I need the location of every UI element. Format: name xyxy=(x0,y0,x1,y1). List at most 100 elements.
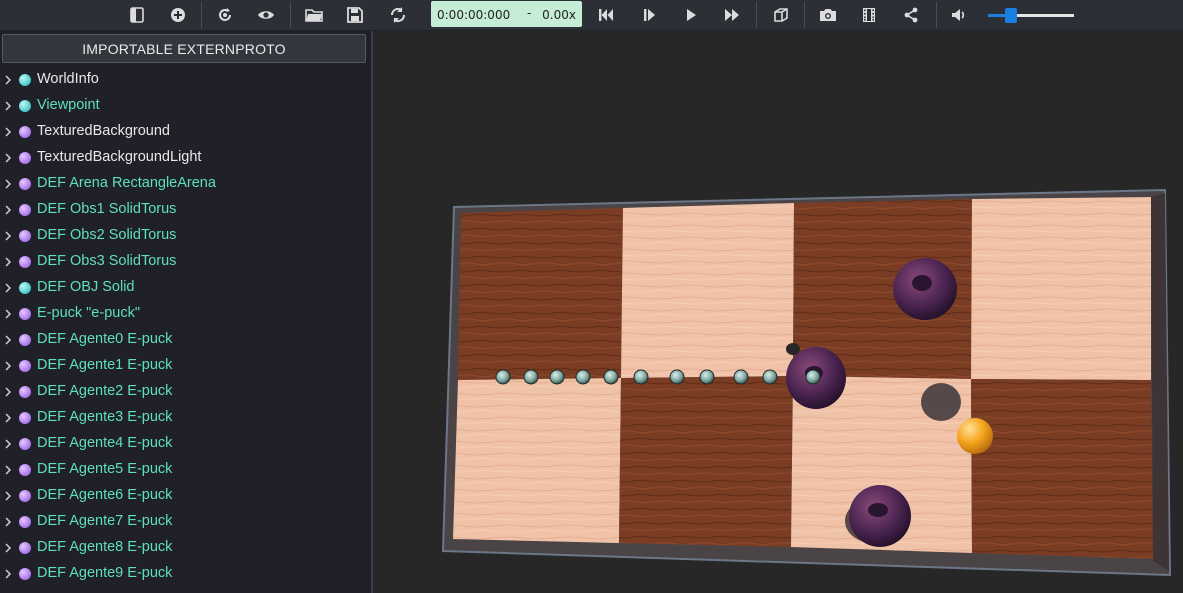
scene-tree-item-label: DEF Obs3 SolidTorus xyxy=(37,253,177,269)
torus-obstacle-1[interactable] xyxy=(893,258,957,320)
floor-tile xyxy=(619,376,793,547)
scene-tree-item[interactable]: TexturedBackgroundLight xyxy=(0,145,371,171)
scene-tree-item[interactable]: DEF Agente0 E-puck xyxy=(0,327,371,353)
chevron-right-icon[interactable] xyxy=(3,437,13,449)
chevron-right-icon[interactable] xyxy=(3,489,13,501)
epuck-robot[interactable] xyxy=(633,369,649,385)
toggle-scene-tree-icon[interactable] xyxy=(125,3,149,27)
node-type-dot xyxy=(19,230,31,242)
chevron-right-icon[interactable] xyxy=(3,385,13,397)
camera-screenshot-icon[interactable] xyxy=(816,3,840,27)
3d-view[interactable] xyxy=(373,31,1183,593)
scene-tree-item[interactable]: TexturedBackground xyxy=(0,119,371,145)
epuck-robot[interactable] xyxy=(669,369,685,385)
chevron-right-icon[interactable] xyxy=(3,177,13,189)
epuck-robot[interactable] xyxy=(603,369,619,385)
time-separator: - xyxy=(527,6,532,20)
epuck-robot[interactable] xyxy=(495,369,511,385)
scene-tree-item[interactable]: DEF Agente8 E-puck xyxy=(0,535,371,561)
chevron-right-icon[interactable] xyxy=(3,333,13,345)
chevron-right-icon[interactable] xyxy=(3,255,13,267)
chevron-right-icon[interactable] xyxy=(3,515,13,527)
open-folder-icon[interactable] xyxy=(302,3,326,27)
step-back-icon[interactable] xyxy=(594,3,618,27)
scene-tree-item[interactable]: DEF OBJ Solid xyxy=(0,275,371,301)
save-icon[interactable] xyxy=(343,3,367,27)
scene-tree-item[interactable]: DEF Agente5 E-puck xyxy=(0,457,371,483)
scene-tree-item[interactable]: DEF Agente1 E-puck xyxy=(0,353,371,379)
cube-view-icon[interactable] xyxy=(769,3,793,27)
chevron-right-icon[interactable] xyxy=(3,229,13,241)
scene-tree-item-label: DEF Agente0 E-puck xyxy=(37,331,173,347)
chevron-right-icon[interactable] xyxy=(3,73,13,85)
chevron-right-icon[interactable] xyxy=(3,567,13,579)
node-type-dot xyxy=(19,386,31,398)
epuck-robot[interactable] xyxy=(523,369,539,385)
epuck-robot[interactable] xyxy=(575,369,591,385)
node-type-dot xyxy=(19,412,31,424)
chevron-right-icon[interactable] xyxy=(3,307,13,319)
scene-tree-item[interactable]: DEF Agente9 E-puck xyxy=(0,561,371,587)
epuck-robot[interactable] xyxy=(805,369,821,385)
scene-tree-item[interactable]: DEF Agente7 E-puck xyxy=(0,509,371,535)
epuck-robot[interactable] xyxy=(549,369,565,385)
scene-tree-item[interactable]: DEF Obs2 SolidTorus xyxy=(0,223,371,249)
scene-tree-panel: IMPORTABLE EXTERNPROTO WorldInfo Viewpoin… xyxy=(0,31,373,593)
film-record-icon[interactable] xyxy=(857,3,881,27)
chevron-right-icon[interactable] xyxy=(3,411,13,423)
chevron-right-icon[interactable] xyxy=(3,99,13,111)
scene-tree-item-label: TexturedBackground xyxy=(37,123,170,139)
node-type-dot xyxy=(19,360,31,372)
scene-tree-item[interactable]: DEF Agente6 E-puck xyxy=(0,483,371,509)
floor-tile xyxy=(971,379,1153,559)
chevron-right-icon[interactable] xyxy=(3,463,13,475)
chevron-right-icon[interactable] xyxy=(3,359,13,371)
step-icon[interactable] xyxy=(637,3,661,27)
scene-tree-item-label: DEF Obs1 SolidTorus xyxy=(37,201,177,217)
simulation-time: 0:00:00:000 xyxy=(437,8,511,22)
scene-tree-item[interactable]: DEF Agente3 E-puck xyxy=(0,405,371,431)
add-node-icon[interactable] xyxy=(166,3,190,27)
node-type-dot xyxy=(19,152,31,164)
floor-tile xyxy=(453,378,621,543)
chevron-right-icon[interactable] xyxy=(3,151,13,163)
reset-simulation-icon[interactable] xyxy=(386,3,410,27)
scene-tree-item[interactable]: DEF Agente4 E-puck xyxy=(0,431,371,457)
fast-forward-icon[interactable] xyxy=(720,3,744,27)
volume-slider[interactable] xyxy=(988,6,1074,24)
scene-tree-item[interactable]: WorldInfo xyxy=(0,67,371,93)
scene-tree-item-label: DEF Agente8 E-puck xyxy=(37,539,173,555)
reload-world-icon[interactable] xyxy=(213,3,237,27)
scene-tree-item-label: DEF OBJ Solid xyxy=(37,279,135,295)
epuck-robot[interactable] xyxy=(699,369,715,385)
importable-externproto-button[interactable]: IMPORTABLE EXTERNPROTO xyxy=(2,34,366,63)
volume-thumb[interactable] xyxy=(1005,8,1018,23)
torus-obstacle-3[interactable] xyxy=(849,485,911,547)
share-icon[interactable] xyxy=(899,3,923,27)
torus-shadow xyxy=(921,383,961,421)
node-type-dot xyxy=(19,542,31,554)
scene-tree-item-label: TexturedBackgroundLight xyxy=(37,149,202,165)
scene-tree-item[interactable]: DEF Agente2 E-puck xyxy=(0,379,371,405)
floor-tile xyxy=(971,197,1151,380)
scene-tree-item[interactable]: DEF Arena RectangleArena xyxy=(0,171,371,197)
ball-object[interactable] xyxy=(957,418,993,454)
chevron-right-icon[interactable] xyxy=(3,125,13,137)
play-icon[interactable] xyxy=(679,3,703,27)
scene-tree-item[interactable]: Viewpoint xyxy=(0,93,371,119)
chevron-right-icon[interactable] xyxy=(3,203,13,215)
epuck-robot[interactable] xyxy=(733,369,749,385)
chevron-right-icon[interactable] xyxy=(3,541,13,553)
scene-tree-item[interactable]: DEF Obs3 SolidTorus xyxy=(0,249,371,275)
view-eye-icon[interactable] xyxy=(254,3,278,27)
volume-icon[interactable] xyxy=(947,3,971,27)
chevron-right-icon[interactable] xyxy=(3,281,13,293)
scene-tree-item[interactable]: DEF Obs1 SolidTorus xyxy=(0,197,371,223)
scene-tree-item[interactable]: E-puck "e-puck" xyxy=(0,301,371,327)
floor-tile xyxy=(458,208,623,380)
scene-tree-item-label: DEF Agente6 E-puck xyxy=(37,487,173,503)
arena-render[interactable] xyxy=(373,31,1183,593)
shadow xyxy=(786,343,800,355)
epuck-robot[interactable] xyxy=(762,369,778,385)
node-type-dot xyxy=(19,178,31,190)
